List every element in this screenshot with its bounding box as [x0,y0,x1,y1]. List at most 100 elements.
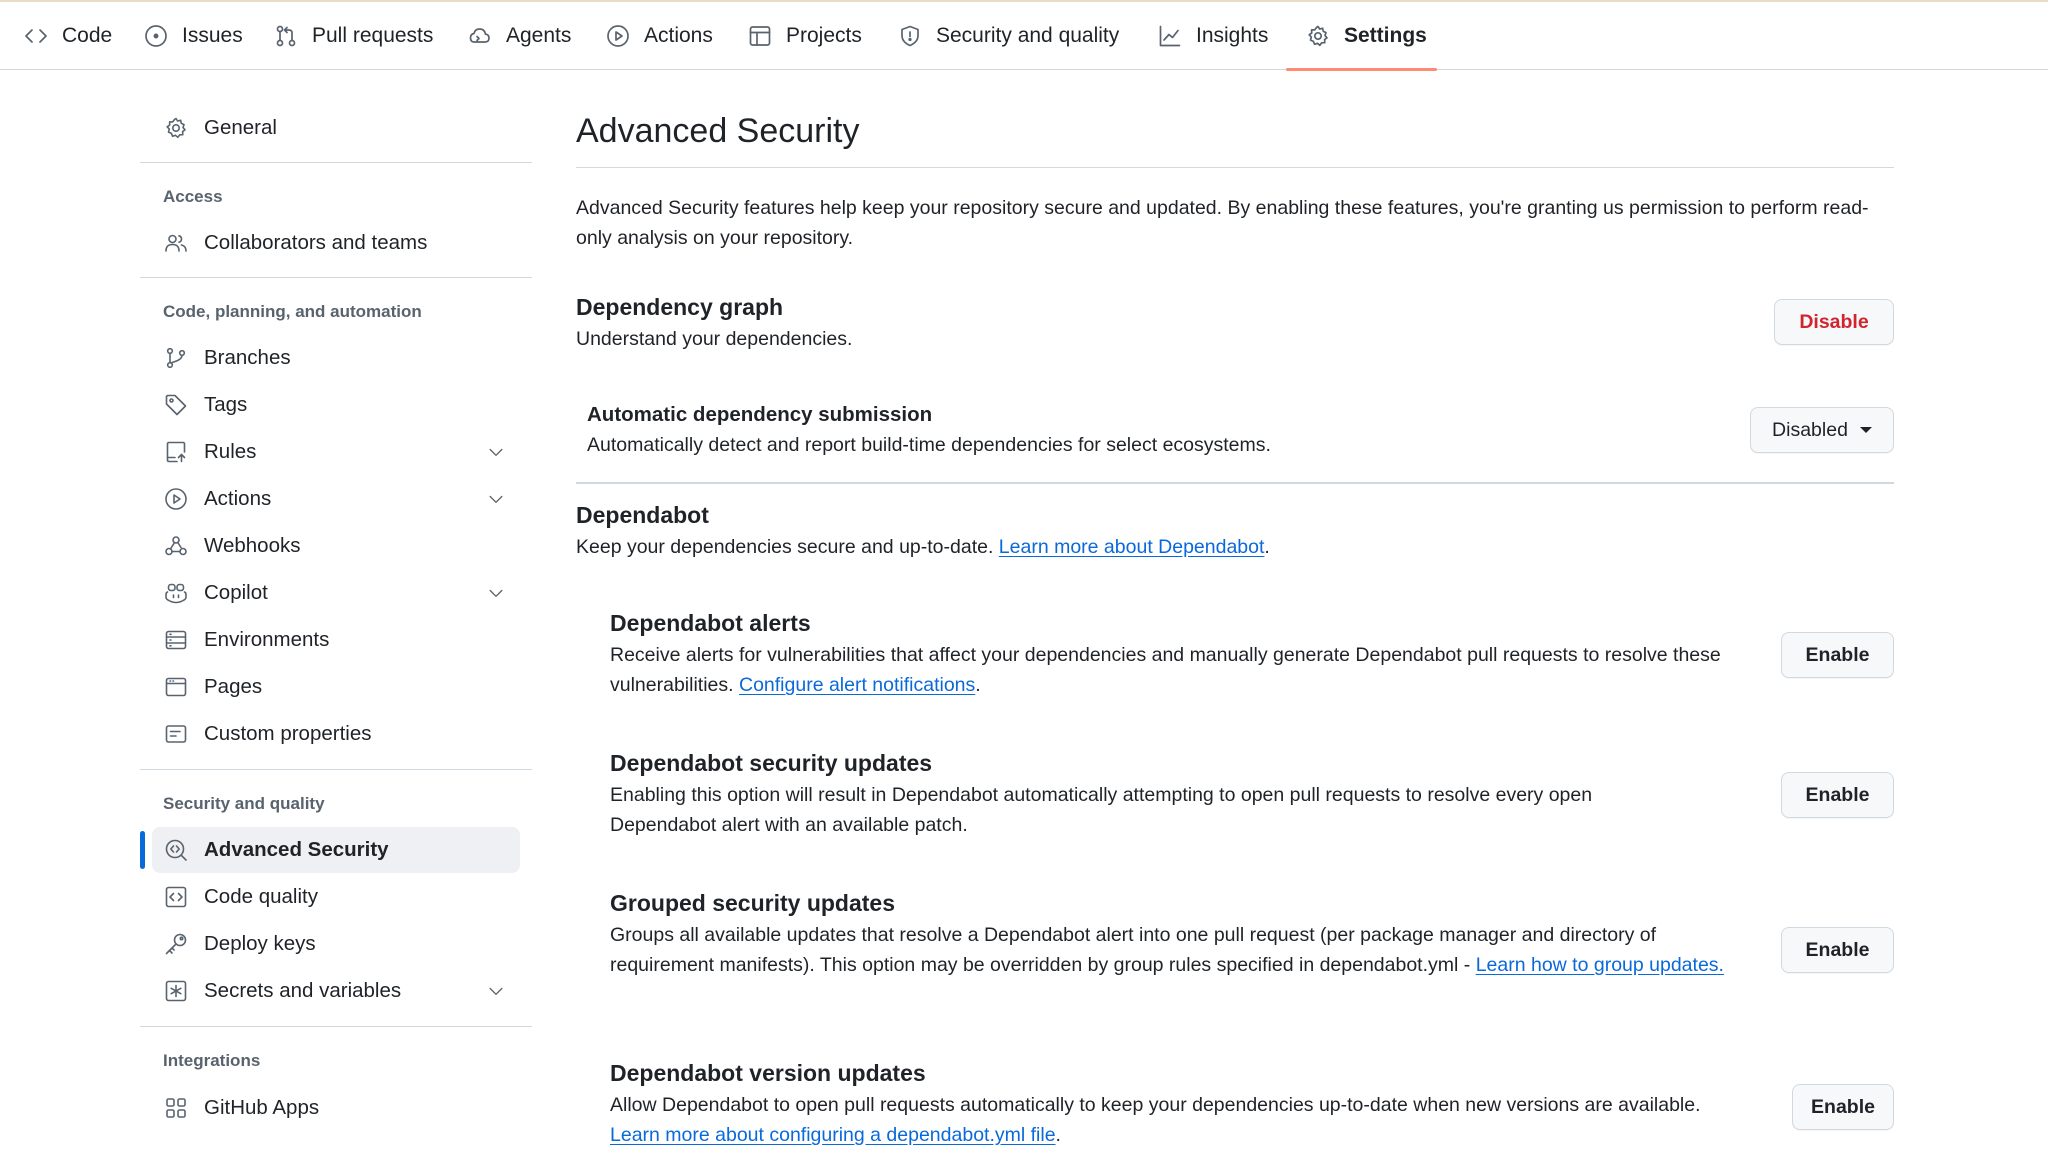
sidebar-item-branches[interactable]: Branches [152,335,520,381]
chevron-down-icon[interactable] [486,442,506,462]
configure-dependabot-yml-link[interactable]: Learn more about configuring a dependabo… [610,1124,1056,1146]
key-icon [165,933,187,955]
tab-agents[interactable]: Agents [468,2,571,70]
version-updates-desc-tail: . [1055,1124,1061,1146]
sidebar-item-secrets-and-variables[interactable]: Secrets and variables [152,968,520,1014]
title-divider [576,167,1894,168]
sidebar-item-general[interactable]: General [152,105,520,151]
sidebar-item-label: Rules [204,440,257,463]
tab-issues[interactable]: Issues [144,2,243,70]
sidebar-item-environments[interactable]: Environments [152,617,520,663]
enable-dependabot-alerts-button[interactable]: Enable [1781,632,1894,678]
browser-icon [165,677,187,697]
dependabot-alerts-title: Dependabot alerts [610,610,811,636]
sidebar-item-label: Tags [204,393,248,416]
sidebar-item-custom-properties[interactable]: Custom properties [152,711,520,757]
sidebar-item-actions[interactable]: Actions [152,476,520,522]
sidebar-heading-integrations: Integrations [163,1051,261,1070]
sidebar-item-label: Copilot [204,581,268,604]
people-icon [165,234,187,252]
learn-more-dependabot-link[interactable]: Learn more about Dependabot [999,536,1265,558]
code-icon [25,29,47,43]
enable-grouped-updates-button[interactable]: Enable [1781,927,1894,973]
tab-settings[interactable]: Settings [1286,2,1437,71]
dependency-graph-title: Dependency graph [576,294,784,320]
security-updates-desc: Enabling this option will result in Depe… [610,784,1593,836]
tab-code[interactable]: Code [24,2,112,70]
sidebar-item-label: Branches [204,346,291,369]
sidebar-item-rules[interactable]: Rules [152,429,520,475]
auto-submission-title: Automatic dependency submission [587,403,933,426]
sidebar-item-label: Code quality [204,885,318,908]
sidebar-item-advanced-security[interactable]: Advanced Security [140,827,520,873]
repo-nav: Code Issues Pull requests Agents Actions… [0,0,2048,71]
version-updates-title: Dependabot version updates [610,1060,926,1086]
version-updates-desc-text: Allow Dependabot to open pull requests a… [610,1094,1701,1116]
auto-submission-select[interactable]: Disabled [1750,407,1894,453]
configure-alert-notifications-link[interactable]: Configure alert notifications [739,674,975,696]
sidebar-heading-code: Code, planning, and automation [163,302,422,321]
tab-actions[interactable]: Actions [606,2,713,70]
sidebar-item-label: Secrets and variables [204,979,402,1002]
tab-label: Pull requests [312,24,434,47]
tab-projects[interactable]: Projects [748,2,862,70]
gear-icon [1308,25,1328,47]
chevron-down-icon[interactable] [486,583,506,603]
dependabot-alerts-desc-tail: . [975,674,981,696]
chevron-down-icon[interactable] [486,489,506,509]
play-icon [607,25,629,47]
tab-security-and-quality[interactable]: Security and quality [898,2,1119,70]
security-updates-title: Dependabot security updates [610,750,933,776]
note-icon [165,725,187,743]
dependabot-title: Dependabot [576,502,709,528]
section-divider [576,482,1894,484]
sidebar-heading-security: Security and quality [163,794,325,813]
learn-how-to-group-link[interactable]: Learn how to group updates. [1476,954,1724,976]
key-asterisk-icon [165,980,187,1002]
git-branch-icon [166,347,186,369]
sidebar-divider [140,162,532,163]
tab-label: Security and quality [936,24,1120,47]
enable-security-updates-button[interactable]: Enable [1781,772,1894,818]
tab-label: Settings [1344,24,1427,47]
graph-icon [1159,25,1181,47]
sidebar-item-label: General [204,116,277,139]
repo-push-icon [166,441,186,463]
sidebar-item-label: Collaborators and teams [204,231,428,254]
apps-icon [166,1098,186,1118]
codescan-icon [165,839,187,861]
sidebar-item-pages[interactable]: Pages [152,664,520,710]
sidebar-item-label: Custom properties [204,722,372,745]
sidebar-item-code-quality[interactable]: Code quality [152,874,520,920]
sidebar-item-copilot[interactable]: Copilot [152,570,520,616]
sidebar-item-github-apps[interactable]: GitHub Apps [152,1085,520,1131]
sidebar-item-webhooks[interactable]: Webhooks [152,523,520,569]
sidebar-item-collaborators[interactable]: Collaborators and teams [152,220,520,266]
tab-label: Code [62,24,113,47]
sidebar-divider [140,769,532,770]
sidebar-item-deploy-keys[interactable]: Deploy keys [152,921,520,967]
auto-submission-desc: Automatically detect and report build-ti… [587,434,1271,456]
chevron-down-icon[interactable] [486,981,506,1001]
sidebar-item-tags[interactable]: Tags [152,382,520,428]
git-pull-request-icon [276,25,296,47]
shield-icon [901,25,919,47]
webhook-icon [165,536,187,556]
issue-opened-icon [145,25,167,47]
enable-version-updates-button[interactable]: Enable [1792,1084,1894,1130]
tag-icon [165,394,187,416]
select-value: Disabled [1772,418,1848,441]
tab-label: Actions [644,24,713,47]
sidebar-item-label: Deploy keys [204,932,316,955]
tab-insights[interactable]: Insights [1158,2,1268,70]
copilot-icon [165,583,187,604]
tab-label: Projects [786,24,862,47]
sidebar-heading-access: Access [163,187,223,206]
tab-pull-requests[interactable]: Pull requests [274,2,433,70]
version-updates-desc: Allow Dependabot to open pull requests a… [610,1090,1740,1150]
dependency-graph-desc: Understand your dependencies. [576,328,853,350]
dependabot-alerts-desc: Receive alerts for vulnerabilities that … [610,640,1750,700]
play-icon [165,488,187,510]
disable-dependency-graph-button[interactable]: Disable [1774,299,1894,345]
sidebar-divider [140,1026,532,1027]
